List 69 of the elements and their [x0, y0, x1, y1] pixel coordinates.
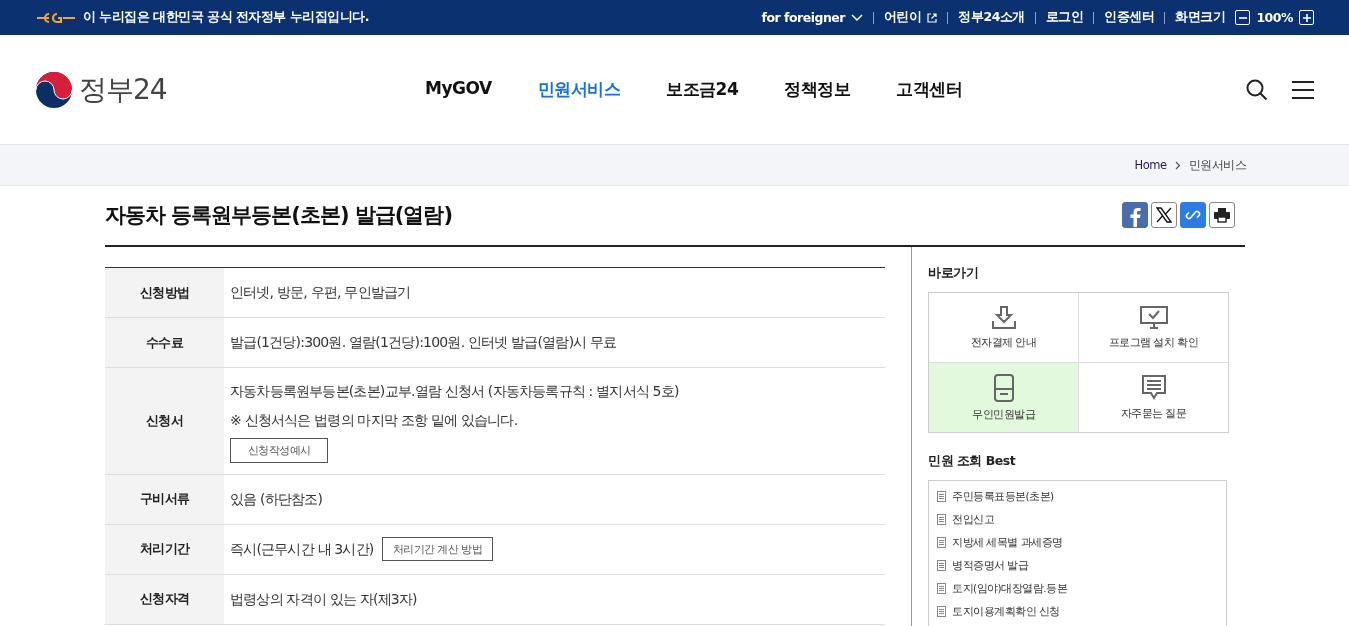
document-icon	[937, 606, 946, 617]
row-value: 있음 (하단참조)	[230, 489, 323, 509]
site-logo[interactable]: 정부24	[79, 70, 167, 109]
document-icon	[937, 537, 946, 548]
zoom-in-button[interactable]	[1299, 10, 1314, 25]
nav-item[interactable]: 정책정보	[784, 78, 851, 101]
emblem-logo-icon	[35, 10, 77, 25]
breadcrumb-link[interactable]: 민원서비스	[1188, 157, 1246, 173]
zoom-level: 100%	[1256, 10, 1293, 25]
printer-icon	[1213, 206, 1231, 223]
page-title: 자동차 등록원부등본(초본) 발급(열람)	[105, 201, 452, 229]
row-value: 발급(1건당):300원. 열람(1건당):100원. 인터넷 발급(열람)시 무료	[230, 333, 617, 352]
facebook-icon	[1128, 206, 1142, 227]
x-share-button[interactable]	[1151, 201, 1177, 228]
facebook-share-button[interactable]	[1122, 201, 1148, 228]
info-button[interactable]: 처리기간 계산 방법	[381, 536, 494, 562]
row-value: ※ 신청서식은 법령의 마지막 조항 밑에 있습니다.	[230, 411, 518, 430]
kiosk-icon	[993, 373, 1014, 402]
external-link-icon	[927, 12, 938, 23]
info-button[interactable]: 신청작성예시	[230, 438, 328, 463]
top-link[interactable]: 인증센터	[1104, 9, 1155, 26]
row-header: 신청서	[105, 367, 224, 475]
print-button[interactable]	[1209, 201, 1235, 228]
section-heading: 민원 조회 Best	[928, 453, 1017, 470]
copy-link-button[interactable]	[1180, 201, 1206, 228]
top-link[interactable]: 화면크기	[1175, 9, 1226, 26]
plus-icon	[1302, 13, 1311, 22]
nav-item[interactable]: 고객센터	[896, 78, 963, 101]
top-link[interactable]: 로그인	[1045, 9, 1084, 26]
row-value: 인터넷, 방문, 우편, 무인발급기	[230, 283, 411, 302]
top-link[interactable]: 정부24소개	[958, 9, 1025, 26]
monitor-check-icon	[1139, 305, 1168, 330]
chevron-right-icon	[1174, 160, 1181, 170]
best-service-link[interactable]: 토지이용계획확인 신청	[952, 604, 1060, 619]
row-value: 자동차등록원부등본(초본)교부.열람 신청서 (자동차등록규칙 : 별지서식 5호)	[230, 382, 679, 401]
row-header: 처리기간	[105, 524, 224, 575]
row-header: 신청방법	[105, 267, 224, 318]
search-icon[interactable]	[1246, 78, 1268, 101]
top-link[interactable]: 어린이	[883, 9, 938, 26]
document-icon	[937, 583, 946, 594]
shortcut-tile[interactable]: 전자결제 안내	[929, 293, 1079, 363]
document-icon	[937, 491, 946, 502]
nav-item[interactable]: MyGOV	[425, 78, 492, 101]
document-icon	[937, 514, 946, 525]
row-header: 신청자격	[105, 574, 224, 625]
row-header: 수수료	[105, 317, 224, 368]
document-icon	[937, 560, 946, 571]
section-heading: 바로가기	[928, 265, 979, 282]
best-service-link[interactable]: 전입신고	[952, 512, 994, 527]
best-service-link[interactable]: 지방세 세목별 과세증명	[952, 535, 1063, 550]
menu-icon[interactable]	[1292, 79, 1314, 100]
x-logo-icon	[1156, 206, 1172, 223]
taegeuk-logo-icon	[35, 70, 73, 109]
shortcut-tile[interactable]: 무인민원발급	[929, 363, 1079, 432]
chevron-down-icon	[850, 13, 863, 22]
nav-item[interactable]: 보조금24	[666, 78, 739, 101]
zoom-out-button[interactable]	[1235, 10, 1251, 25]
row-value: 즉시(근무시간 내 3시간)	[230, 539, 374, 559]
speech-bubble-icon	[1140, 374, 1167, 401]
nav-item[interactable]: 민원서비스	[537, 78, 621, 101]
best-service-link[interactable]: 병적증명서 발급	[952, 558, 1029, 573]
best-service-link[interactable]: 주민등록표등본(초본)	[952, 489, 1054, 504]
row-header: 구비서류	[105, 474, 224, 525]
top-link[interactable]: for foreigner	[761, 10, 863, 25]
breadcrumb-link[interactable]: Home	[1134, 158, 1167, 172]
download-icon	[990, 305, 1017, 330]
best-service-link[interactable]: 토지(임야)대장열람.등본	[952, 581, 1068, 596]
official-notice: 이 누리집은 대한민국 공식 전자정부 누리집입니다.	[83, 9, 369, 26]
row-value: 법령상의 자격이 있는 자(제3자)	[230, 589, 417, 609]
